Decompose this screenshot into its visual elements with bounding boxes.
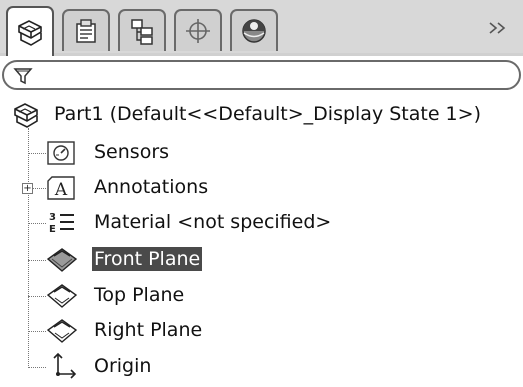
tab-feature-manager[interactable] [6,6,54,56]
tree-item-label: Material <not specified> [94,211,332,233]
manager-tab-bar [0,0,523,56]
part-icon [14,103,38,128]
tab-display-manager[interactable] [230,9,278,51]
tree-connector [28,296,46,297]
plane-icon [46,319,78,343]
tree-item-annotations[interactable]: A Annotations [46,173,266,203]
svg-text:3: 3 [49,212,56,223]
tree-connector [28,367,46,368]
tab-configuration-manager[interactable] [118,9,166,51]
svg-text:A: A [54,180,68,200]
part-tree-icon [18,20,42,46]
property-manager-icon [76,19,96,43]
feature-manager-panel: Part1 (Default<<Default>_Display State 1… [0,0,523,387]
tree-connector [28,153,46,154]
tree-connector [33,188,46,189]
tree-item-label: Sensors [94,141,170,163]
double-chevron-right-icon[interactable] [487,18,509,38]
expand-toggle[interactable]: + [22,183,33,194]
tree-item-material[interactable]: 3 E Material <not specified> [46,208,386,238]
tree-root-label: Part1 (Default<<Default>_Display State 1… [54,103,481,125]
tree-connector [28,223,46,224]
tree-item-label: Annotations [94,176,209,198]
tree-item-right-plane[interactable]: Right Plane [46,316,246,346]
tree-item-label: Front Plane [92,247,203,271]
filter-input[interactable] [38,65,512,87]
filter-funnel-icon [13,68,33,85]
tree-item-label: Origin [94,355,152,377]
tree-item-origin[interactable]: Origin [46,352,206,382]
tree-root-part[interactable]: Part1 (Default<<Default>_Display State 1… [8,100,518,130]
tree-item-label: Top Plane [94,284,185,306]
tree-item-front-plane[interactable]: Front Plane [46,245,246,275]
tree-item-sensors[interactable]: Sensors [46,138,246,168]
configuration-manager-icon [131,19,153,45]
display-manager-icon [242,19,266,43]
crosshair-icon [186,19,210,43]
tree-filter[interactable] [2,60,521,90]
plane-icon [46,284,78,308]
tab-bar-divider [0,53,523,56]
svg-text:E: E [49,224,56,235]
tab-dimxpert-manager[interactable] [174,9,222,51]
annotations-icon: A [47,176,75,200]
sensors-icon [47,141,75,165]
tree-connector [28,331,46,332]
origin-icon [53,352,77,379]
tree-connector-vertical [28,128,29,368]
tab-property-manager[interactable] [62,9,110,51]
tree-item-label: Right Plane [94,319,203,341]
material-icon: 3 E [49,212,74,235]
tree-item-top-plane[interactable]: Top Plane [46,281,246,311]
plane-icon [46,248,78,272]
tree-connector [28,260,46,261]
